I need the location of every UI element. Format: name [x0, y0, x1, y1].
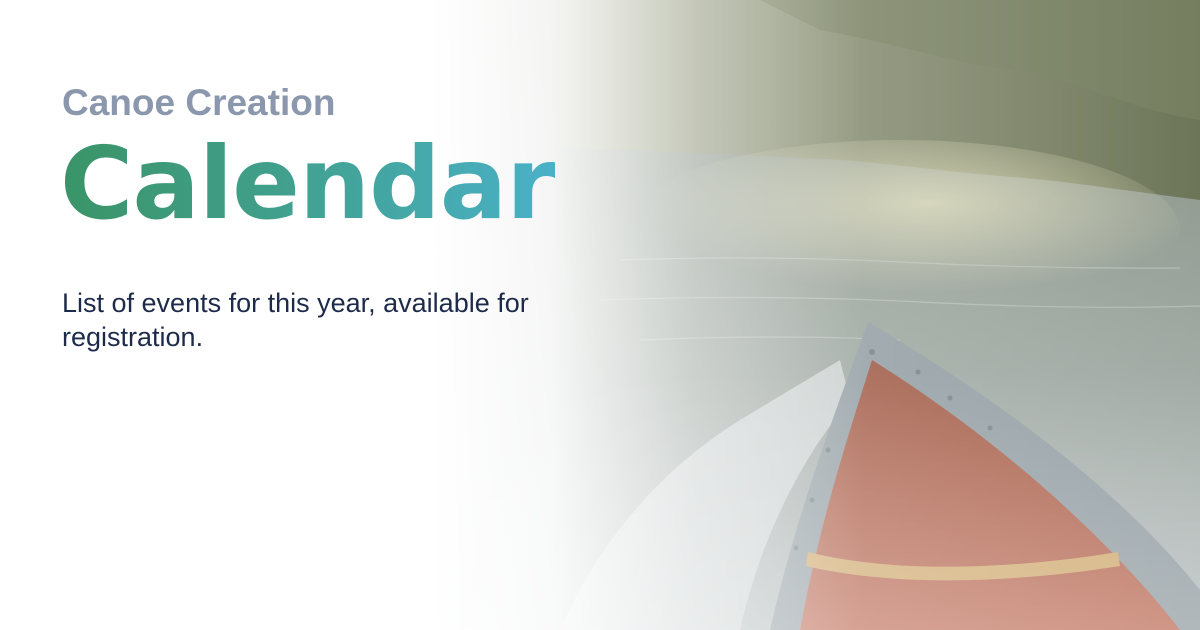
hero-card: Canoe Creation Calendar List of events f…: [0, 0, 1200, 630]
bottom-fade-overlay: [0, 370, 1200, 630]
page-title: Calendar: [60, 120, 556, 248]
brand-eyebrow: Canoe Creation: [62, 82, 336, 123]
page-subtitle: List of events for this year, available …: [62, 288, 529, 352]
